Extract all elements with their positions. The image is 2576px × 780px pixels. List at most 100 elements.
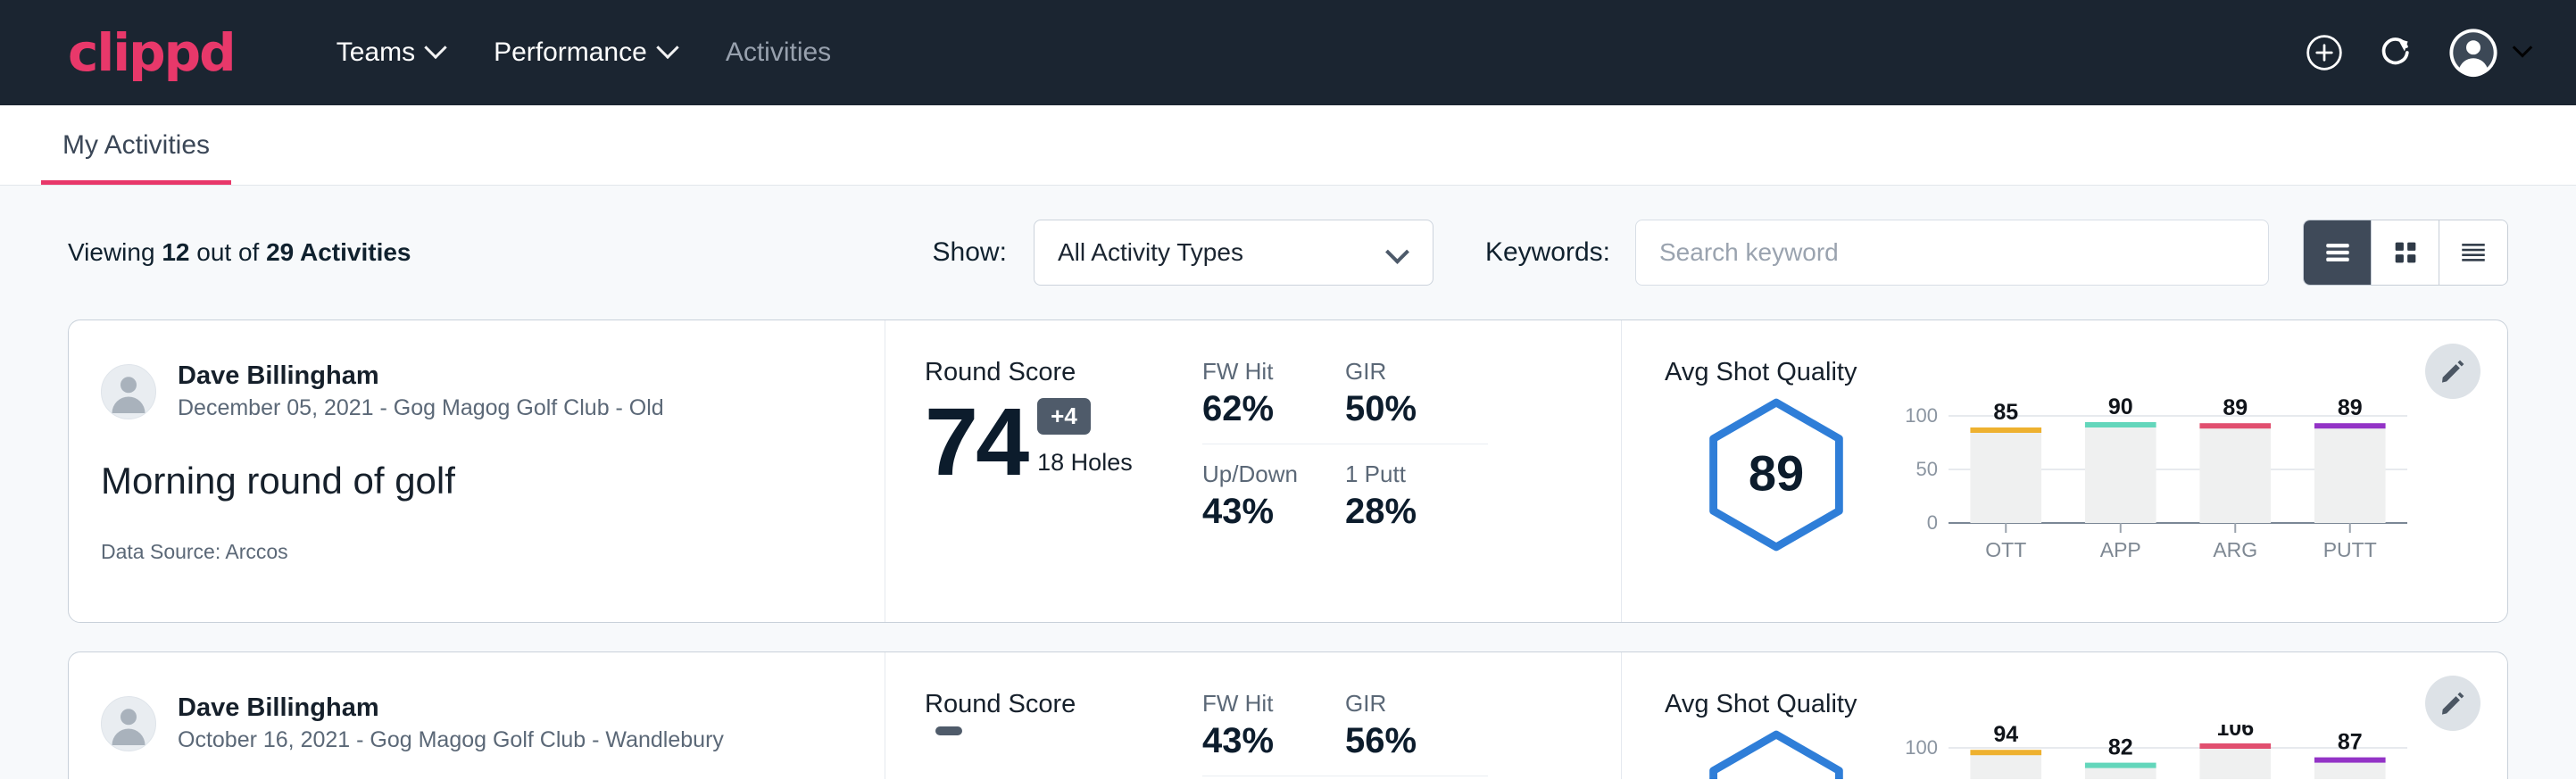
clippd-logo[interactable]: clippd xyxy=(68,27,235,79)
page-content: Viewing 12 out of 29 Activities Show: Al… xyxy=(0,186,2576,779)
activity-author: Dave Billingham December 05, 2021 - Gog … xyxy=(101,360,885,424)
stat-fw-hit-label: FW Hit xyxy=(1202,690,1311,718)
nav-actions xyxy=(2305,27,2530,79)
svg-text:89: 89 xyxy=(2223,395,2248,420)
avg-shot-quality-label: Avg Shot Quality xyxy=(1665,690,2507,719)
svg-text:87: 87 xyxy=(2338,730,2363,755)
avg-shot-quality-value: 89 xyxy=(1665,444,1888,502)
svg-text:90: 90 xyxy=(2108,394,2133,419)
tab-my-activities[interactable]: My Activities xyxy=(41,130,231,185)
activity-summary-column: Dave Billingham December 05, 2021 - Gog … xyxy=(69,320,885,622)
svg-text:94: 94 xyxy=(1993,725,2018,747)
add-activity-button[interactable] xyxy=(2305,33,2344,72)
activity-card[interactable]: Dave Billingham December 05, 2021 - Gog … xyxy=(68,319,2508,623)
plus-circle-icon xyxy=(2305,33,2344,72)
round-score-column: Round Score 74 +4 18 Holes xyxy=(885,320,1202,622)
refresh-icon xyxy=(2376,33,2415,72)
round-stats-grid: FW Hit 43% GIR 56% xyxy=(1202,652,1622,779)
stat-up-down-label: Up/Down xyxy=(1202,461,1311,488)
refresh-button[interactable] xyxy=(2376,33,2415,72)
activity-type-select[interactable]: All Activity Types xyxy=(1034,220,1433,286)
player-name: Dave Billingham xyxy=(178,360,664,392)
stat-up-down-value: 43% xyxy=(1202,492,1311,532)
nav-item-teams[interactable]: Teams xyxy=(312,27,469,79)
stat-one-putt-value: 28% xyxy=(1345,492,1454,532)
nav-item-activities-label: Activities xyxy=(726,37,831,68)
avatar xyxy=(101,364,156,419)
svg-text:0: 0 xyxy=(1927,511,1938,534)
round-score-side: +4 18 Holes xyxy=(1026,398,1133,489)
activity-author-text: Dave Billingham December 05, 2021 - Gog … xyxy=(178,360,664,424)
chevron-down-icon xyxy=(424,37,446,59)
avg-shot-quality-body: 05010094OTT82APP106ARG87PUTT xyxy=(1665,725,2507,779)
account-menu[interactable] xyxy=(2447,27,2530,79)
activity-card[interactable]: Dave Billingham October 16, 2021 - Gog M… xyxy=(68,651,2508,779)
keywords-label: Keywords: xyxy=(1485,237,1610,268)
avg-shot-quality-column: Avg Shot Quality 89 05010085OTT90APP89AR… xyxy=(1622,320,2507,622)
view-mode-toggle-group xyxy=(2303,220,2508,286)
nav-item-teams-label: Teams xyxy=(337,37,415,68)
shot-quality-bar-chart: 05010085OTT90APP89ARG89PUTT xyxy=(1897,393,2414,567)
viewing-total: 29 xyxy=(266,238,294,266)
view-mode-grid-button[interactable] xyxy=(2372,220,2439,285)
viewing-prefix: Viewing xyxy=(68,238,162,266)
stat-gir-label: GIR xyxy=(1345,690,1454,718)
nav-item-performance-label: Performance xyxy=(494,37,647,68)
compact-view-icon xyxy=(2458,237,2489,268)
primary-nav: Teams Performance Activities xyxy=(312,27,856,79)
avg-shot-quality-hexagon xyxy=(1665,725,1888,779)
score-to-par-badge xyxy=(935,726,962,735)
stat-gir: GIR 56% xyxy=(1345,690,1488,776)
svg-text:85: 85 xyxy=(1993,400,2018,425)
svg-text:106: 106 xyxy=(2216,725,2254,741)
nav-item-activities[interactable]: Activities xyxy=(701,27,856,79)
filter-controls: Show: All Activity Types Keywords: xyxy=(933,220,2508,286)
top-navigation-bar: clippd Teams Performance Activities xyxy=(0,0,2576,105)
avg-shot-quality-label: Avg Shot Quality xyxy=(1665,358,2507,387)
svg-text:82: 82 xyxy=(2108,735,2133,760)
search-input[interactable] xyxy=(1635,220,2269,286)
person-avatar-icon xyxy=(102,696,155,751)
player-name: Dave Billingham xyxy=(178,692,724,724)
activity-meta: December 05, 2021 - Gog Magog Golf Club … xyxy=(178,394,664,424)
edit-activity-button[interactable] xyxy=(2425,676,2480,731)
tab-bar: My Activities xyxy=(0,105,2576,186)
edit-activity-button[interactable] xyxy=(2425,344,2480,399)
activity-type-select-value: All Activity Types xyxy=(1058,238,1243,267)
viewing-suffix: Activities xyxy=(294,238,411,266)
stat-gir-value: 50% xyxy=(1345,389,1454,429)
avg-shot-quality-column: Avg Shot Quality 05010094OTT82APP106ARG8… xyxy=(1622,652,2507,779)
stat-fw-hit-value: 62% xyxy=(1202,389,1311,429)
stat-fw-hit-value: 43% xyxy=(1202,721,1311,761)
stat-one-putt: 1 Putt 28% xyxy=(1345,461,1488,532)
activity-meta: October 16, 2021 - Gog Magog Golf Club -… xyxy=(178,726,724,756)
svg-text:50: 50 xyxy=(1916,458,1938,480)
viewing-summary: Viewing 12 out of 29 Activities xyxy=(68,238,411,267)
nav-item-performance[interactable]: Performance xyxy=(469,27,701,79)
grid-view-icon xyxy=(2390,237,2421,268)
viewing-mid: out of xyxy=(189,238,266,266)
show-label: Show: xyxy=(933,237,1007,268)
list-view-icon xyxy=(2323,237,2353,268)
stat-gir-label: GIR xyxy=(1345,358,1454,386)
score-to-par-badge: +4 xyxy=(1037,398,1091,435)
round-score-column: Round Score xyxy=(885,652,1202,779)
round-score-value-row xyxy=(925,726,1202,767)
svg-text:100: 100 xyxy=(1905,404,1938,427)
activity-author: Dave Billingham October 16, 2021 - Gog M… xyxy=(101,692,885,756)
round-score-value: 74 xyxy=(925,394,1026,489)
round-score-label: Round Score xyxy=(925,358,1202,387)
chevron-down-icon xyxy=(656,37,678,59)
view-mode-compact-button[interactable] xyxy=(2439,220,2507,285)
pencil-icon xyxy=(2439,357,2467,386)
svg-text:APP: APP xyxy=(2100,538,2141,561)
stat-fw-hit: FW Hit 43% xyxy=(1202,690,1345,776)
svg-text:OTT: OTT xyxy=(1985,538,2026,561)
round-score-label: Round Score xyxy=(925,690,1202,719)
stat-up-down: Up/Down 43% xyxy=(1202,461,1345,532)
view-mode-list-button[interactable] xyxy=(2304,220,2372,285)
svg-text:100: 100 xyxy=(1905,736,1938,759)
activity-data-source: Data Source: Arccos xyxy=(101,540,885,564)
stat-gir: GIR 50% xyxy=(1345,358,1488,444)
svg-text:PUTT: PUTT xyxy=(2323,538,2377,561)
